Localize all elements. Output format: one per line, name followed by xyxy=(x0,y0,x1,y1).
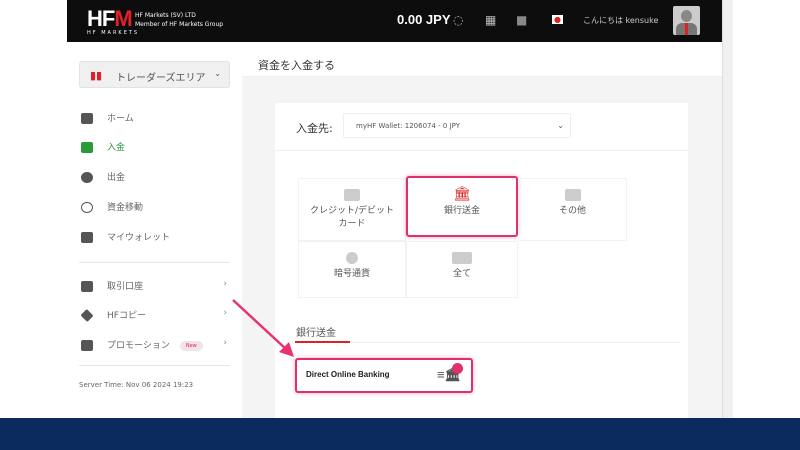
annotation-arrow-icon xyxy=(232,299,294,357)
footer-bar xyxy=(0,418,800,450)
